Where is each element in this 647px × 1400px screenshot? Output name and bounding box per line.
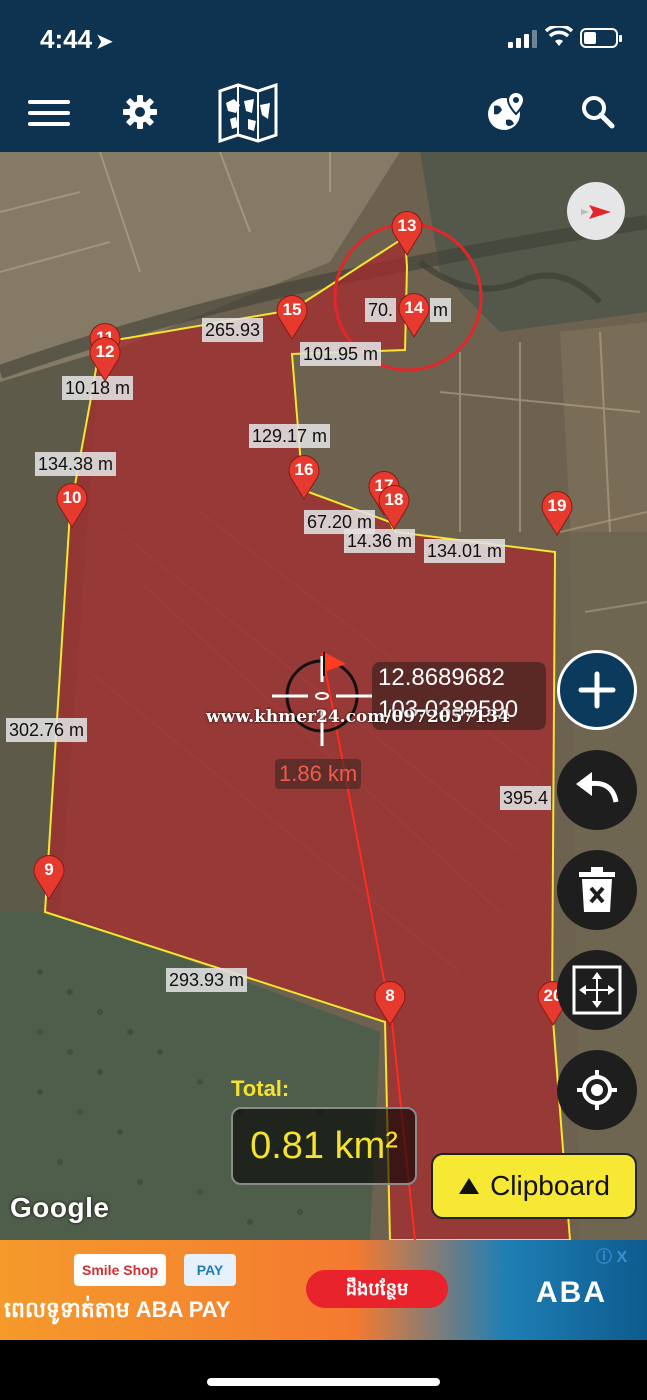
compass-button[interactable] (567, 182, 625, 240)
ad-chip-smile-shop: Smile Shop (74, 1254, 167, 1286)
home-indicator[interactable] (207, 1378, 440, 1386)
locate-me-button[interactable] (557, 1050, 637, 1130)
triangle-up-icon (459, 1178, 480, 1194)
segment-length-label: 101.95 m (300, 342, 382, 366)
status-time: 4:44 ➤ (40, 24, 113, 55)
segment-length-label: 134.01 m (424, 539, 506, 563)
location-arrow-icon: ➤ (96, 31, 113, 53)
map-pin-9[interactable]: 9 (32, 854, 66, 900)
map-pin-label: 9 (44, 860, 54, 879)
map-pin-label: 18 (384, 490, 404, 509)
location-globe-button[interactable] (476, 82, 536, 142)
segment-length-label: m (430, 298, 451, 322)
latitude-value: 12.8689682 (378, 664, 505, 691)
status-time-text: 4:44 (40, 24, 93, 54)
app-header: 4:44 ➤ (0, 0, 647, 152)
trash-icon (579, 867, 615, 912)
globe-location-icon (488, 90, 526, 130)
home-area (0, 1340, 647, 1400)
total-label: Total: (231, 1076, 290, 1101)
segment-length-label: 14.36 m (344, 529, 416, 553)
clipboard-button[interactable]: Clipboard (431, 1153, 637, 1219)
watermark-text: www.khmer24.com/0972057134 (206, 707, 510, 727)
search-icon (582, 96, 615, 129)
wifi-icon (545, 26, 573, 46)
map-pin-13[interactable]: 13 (390, 210, 424, 256)
plus-icon (578, 671, 616, 709)
ad-chip-pay: PAY (184, 1254, 236, 1286)
center-crosshair-icon (272, 652, 372, 746)
battery-icon (580, 28, 622, 48)
satellite-map[interactable]: 265.93 70. m 101.95 m 10.18 m 129.17 m 1… (0, 152, 647, 1240)
ad-banner[interactable]: Smile Shop PAY ពេលទូទាត់តាម ABA PAY ដឹងប… (0, 1240, 647, 1340)
map-pin-label: 13 (397, 216, 417, 235)
undo-icon (576, 772, 619, 803)
fit-bounds-icon (572, 965, 622, 1015)
add-point-button[interactable] (557, 650, 637, 730)
segment-length-label: 70. (365, 298, 397, 322)
undo-button[interactable] (557, 750, 637, 830)
ad-title: ពេលទូទាត់តាម ABA PAY (4, 1297, 231, 1322)
map-pin-15[interactable]: 15 (275, 294, 309, 340)
map-pin-12[interactable]: 12 (88, 336, 122, 382)
map-pin-14[interactable]: 14 (397, 292, 431, 338)
segment-length-label: 395.4 (500, 786, 552, 810)
map-pin-label: 14 (404, 298, 424, 317)
ad-cta-button[interactable]: ដឹងបន្ថែម (306, 1270, 448, 1308)
google-attribution: Google (10, 1192, 110, 1223)
segment-length-label: 265.93 (202, 318, 264, 342)
total-area-value: 0.81 km² (231, 1107, 417, 1185)
segment-length-label: 134.38 m (35, 452, 117, 476)
map-pin-10[interactable]: 10 (55, 482, 89, 528)
map-pin-8[interactable]: 8 (373, 980, 407, 1026)
compass-icon (581, 205, 611, 219)
search-button[interactable] (568, 82, 628, 142)
ad-brand-logo: ABA (536, 1276, 607, 1309)
maps-button[interactable] (215, 82, 281, 144)
map-pin-label: 19 (547, 496, 567, 515)
segment-length-label: 293.93 m (166, 968, 248, 992)
map-pin-label: 16 (294, 460, 314, 479)
map-pin-16[interactable]: 16 (287, 454, 321, 500)
map-pin-label: 15 (282, 300, 302, 319)
folded-map-icon (218, 83, 278, 143)
settings-button[interactable] (110, 82, 170, 142)
segment-length-label: 129.17 m (249, 424, 331, 448)
fit-bounds-button[interactable] (557, 950, 637, 1030)
map-pin-label: 8 (385, 986, 395, 1005)
map-pin-label: 12 (95, 342, 115, 361)
map-pin-18[interactable]: 18 (377, 484, 411, 530)
map-pin-label: 10 (62, 488, 82, 507)
segment-length-label: 302.76 m (6, 718, 88, 742)
gear-icon (123, 95, 157, 129)
map-pin-19[interactable]: 19 (540, 490, 574, 536)
crosshair-locate-icon (577, 1070, 617, 1110)
menu-button[interactable] (18, 82, 78, 142)
cellular-signal-icon (508, 30, 538, 48)
delete-button[interactable] (557, 850, 637, 930)
ad-info-close-icon[interactable]: ⓘ X (596, 1243, 642, 1266)
distance-readout: 1.86 km (275, 759, 362, 789)
clipboard-label: Clipboard (490, 1170, 610, 1201)
